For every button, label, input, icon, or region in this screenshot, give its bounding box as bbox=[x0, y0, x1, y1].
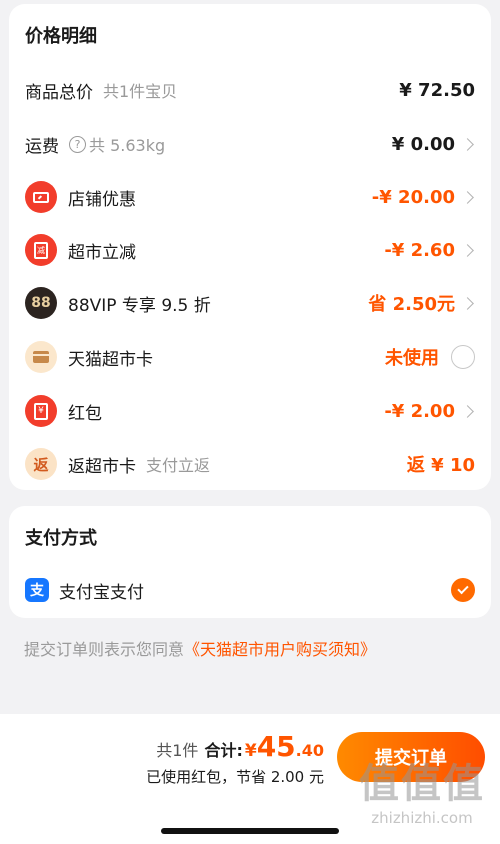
tmall-card-status: 未使用 bbox=[385, 348, 439, 369]
shipping-weight: 共 5.63kg bbox=[89, 136, 166, 155]
alipay-option[interactable]: 支 支付宝支付 bbox=[9, 568, 491, 612]
vip-discount-row[interactable]: 88 88VIP 专享 9.5 折 省 2.50元 bbox=[9, 281, 491, 325]
goods-total-label: 商品总价 bbox=[25, 82, 93, 103]
chevron-right-icon bbox=[461, 137, 474, 151]
chevron-right-icon bbox=[461, 243, 474, 257]
chevron-right-icon bbox=[461, 404, 474, 418]
saving-note: 已使用红包，节省 2.00 元 bbox=[146, 768, 324, 786]
tmall-card-label: 天猫超市卡 bbox=[68, 349, 153, 370]
store-discount-value: -¥ 20.00 bbox=[371, 186, 455, 208]
rebate-card-sub: 支付立返 bbox=[146, 456, 211, 475]
item-count: 共1件 bbox=[156, 741, 199, 760]
alipay-label: 支付宝支付 bbox=[59, 582, 144, 603]
store-discount-row[interactable]: 店铺优惠 -¥ 20.00 bbox=[9, 175, 491, 219]
market-cut-label: 超市立减 bbox=[68, 242, 136, 263]
vip-saving-value: 省 2.50元 bbox=[368, 294, 455, 315]
red-packet-value: -¥ 2.00 bbox=[384, 400, 455, 422]
store-discount-label: 店铺优惠 bbox=[68, 189, 136, 210]
goods-count-text: 共1件宝贝 bbox=[103, 82, 178, 101]
goods-total-row: 商品总价 共1件宝贝 ¥ 72.50 bbox=[9, 68, 491, 112]
chevron-right-icon bbox=[461, 190, 474, 204]
red-packet-icon: ¥ bbox=[25, 395, 57, 427]
tmall-card-radio[interactable] bbox=[451, 345, 475, 369]
market-cut-row[interactable]: 减 超市立减 -¥ 2.60 bbox=[9, 228, 491, 272]
shipping-row[interactable]: 运费 ? 共 5.63kg ¥ 0.00 bbox=[9, 122, 491, 166]
tmall-card-row[interactable]: 天猫超市卡 未使用 bbox=[9, 335, 491, 379]
watermark: 值值值 zhizhizhi.com bbox=[352, 760, 492, 840]
payment-method-title: 支付方式 bbox=[25, 528, 97, 549]
total-label: 合计: bbox=[204, 741, 243, 760]
watermark-url: zhizhizhi.com bbox=[371, 809, 473, 827]
watermark-logo: 值值值 bbox=[359, 761, 485, 807]
payment-method-card: 支付方式 支 支付宝支付 bbox=[9, 506, 491, 618]
market-cut-value: -¥ 2.60 bbox=[384, 239, 455, 261]
price-detail-title: 价格明细 bbox=[25, 26, 97, 47]
alipay-radio-checked[interactable] bbox=[451, 578, 475, 602]
total-decimal: .40 bbox=[295, 741, 324, 760]
vip-discount-label: 88VIP 专享 9.5 折 bbox=[68, 295, 211, 316]
rebate-card-label: 返超市卡 bbox=[68, 456, 136, 477]
shipping-value: ¥ 0.00 bbox=[391, 133, 455, 155]
total-summary: 共1件 合计: ¥ 45 .40 bbox=[156, 730, 324, 763]
agreement-link[interactable]: 《天猫超市用户购买须知》 bbox=[184, 640, 376, 659]
shipping-label: 运费 bbox=[25, 136, 59, 157]
vip-88-icon: 88 bbox=[25, 287, 57, 319]
rebate-card-value: 返 ¥ 10 bbox=[406, 455, 475, 476]
rebate-card-row: 返 返超市卡 支付立返 返 ¥ 10 bbox=[9, 442, 491, 486]
question-icon[interactable]: ? bbox=[69, 135, 86, 153]
total-integer: 45 bbox=[256, 730, 296, 763]
coupon-icon bbox=[25, 181, 57, 213]
gift-card-icon bbox=[25, 341, 57, 373]
total-currency: ¥ bbox=[244, 741, 257, 761]
home-indicator[interactable] bbox=[161, 828, 339, 834]
agreement-text: 提交订单则表示您同意《天猫超市用户购买须知》 bbox=[24, 636, 376, 660]
price-detail-card: 价格明细 商品总价 共1件宝贝 ¥ 72.50 运费 ? 共 5.63kg ¥ … bbox=[9, 4, 491, 490]
red-packet-row[interactable]: ¥ 红包 -¥ 2.00 bbox=[9, 389, 491, 433]
alipay-icon: 支 bbox=[25, 578, 49, 602]
red-packet-label: 红包 bbox=[68, 403, 102, 424]
rebate-icon: 返 bbox=[25, 448, 57, 480]
agreement-prefix: 提交订单则表示您同意 bbox=[24, 640, 185, 659]
discount-tag-icon: 减 bbox=[25, 234, 57, 266]
goods-total-value: ¥ 72.50 bbox=[399, 79, 475, 101]
chevron-right-icon bbox=[461, 296, 474, 310]
